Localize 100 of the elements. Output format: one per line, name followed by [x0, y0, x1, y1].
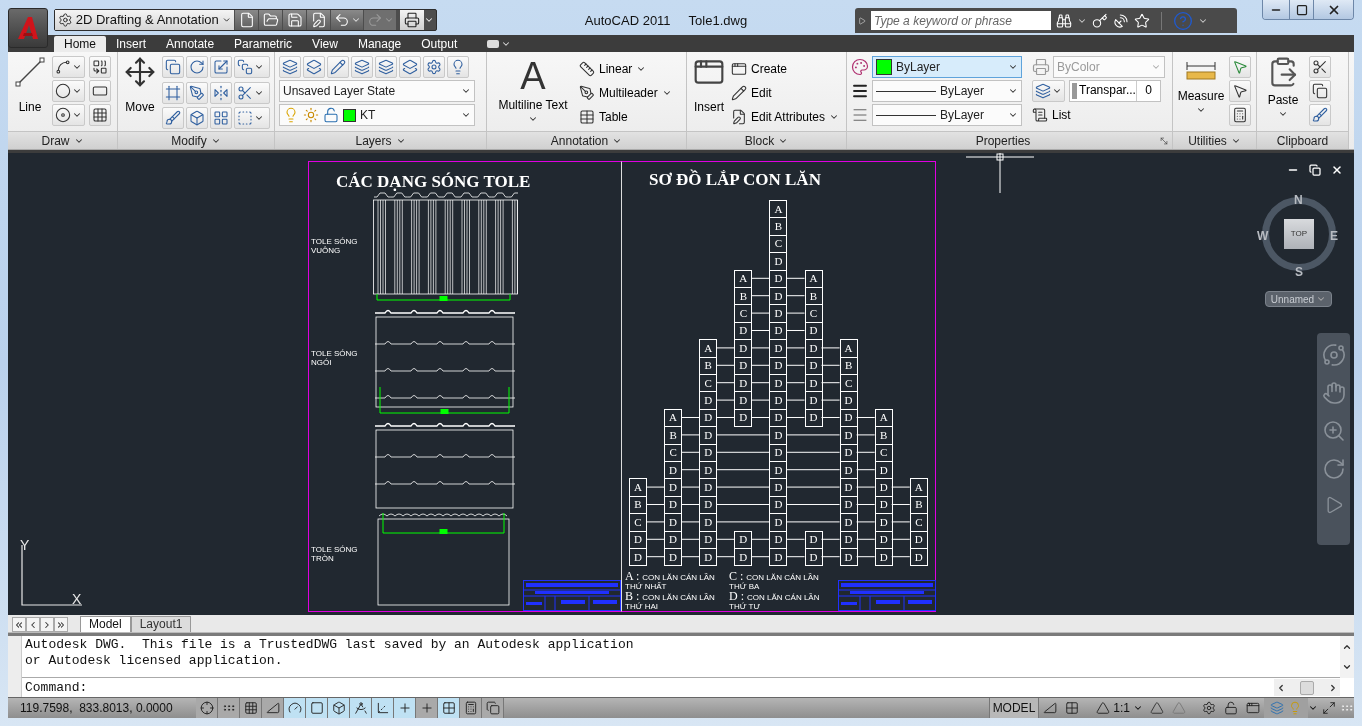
annotation-tool-button[interactable]: Multileader	[579, 82, 672, 104]
roller-cell: D	[734, 339, 753, 358]
sheet-title: CÁC DẠNG SÓNG TOLE	[336, 171, 531, 193]
line-button[interactable]: Line	[12, 56, 48, 131]
ribbon-tab[interactable]: Parametric	[224, 36, 303, 52]
ribbon-tab[interactable]: Home	[54, 36, 106, 52]
roller-cell: B	[664, 426, 683, 445]
roller-cell: A	[909, 478, 928, 497]
roller-cell: C	[664, 443, 683, 462]
roller-cell: A	[804, 269, 823, 288]
roller-cell: D	[664, 548, 683, 567]
roller-cell: D	[699, 461, 718, 480]
transparency-field[interactable]: Transpar... 0	[1069, 80, 1161, 102]
roller-cell: D	[874, 461, 893, 480]
lineweight-dropdown[interactable]: ByLayer	[872, 80, 1022, 102]
panel-title-button[interactable]: Layers	[275, 132, 486, 149]
viewcube-face[interactable]: TOP	[1284, 219, 1314, 249]
roller-cell: D	[699, 513, 718, 532]
roller-cell: D	[804, 548, 823, 567]
roller-cell: C	[699, 374, 718, 393]
ribbon-tab[interactable]: Annotate	[156, 36, 225, 52]
list-button[interactable]: List	[1032, 104, 1165, 126]
ribbon-tab[interactable]: Output	[411, 36, 468, 52]
block-tool-button[interactable]: Edit	[731, 82, 840, 104]
roller-cell: C	[804, 304, 823, 323]
roller-cell: B	[699, 356, 718, 375]
compass-label[interactable]: S	[1295, 263, 1303, 281]
view-name-button[interactable]: Unnamed	[1265, 291, 1332, 307]
search-field[interactable]: Type a keyword or phrase	[871, 11, 1051, 30]
move-button[interactable]: Move	[122, 56, 158, 131]
roller-cell: C	[909, 513, 928, 532]
roller-cell: D	[769, 374, 788, 393]
roller-cell: D	[874, 478, 893, 497]
roller-cell: D	[769, 304, 788, 323]
color-dropdown[interactable]: ByLayer	[872, 56, 1022, 78]
roller-cell: A	[734, 269, 753, 288]
axis-label: Y	[20, 536, 30, 555]
paste-button[interactable]: Paste	[1261, 56, 1305, 131]
panel-title-button[interactable]: Modify	[118, 132, 274, 149]
legend-entry: B : CON LĂN CÁN LẦN THỨ HAI	[625, 592, 716, 611]
roller-cell: C	[839, 374, 858, 393]
roller-cell: D	[804, 408, 823, 428]
panel-title-button[interactable]: Utilities	[1173, 132, 1256, 149]
annotation-scale-button[interactable]: 1:1	[1093, 698, 1146, 718]
workspace-dropdown[interactable]: 2D Drafting & Annotation	[55, 10, 234, 30]
roller-cell: D	[699, 495, 718, 515]
compass-label[interactable]: E	[1330, 227, 1338, 245]
roller-cell: D	[839, 548, 858, 567]
layer-state-dropdown[interactable]: Unsaved Layer State	[279, 80, 475, 102]
roller-cell: A	[664, 408, 683, 428]
roller-cell: D	[664, 530, 683, 549]
panel-title-button[interactable]: Annotation	[487, 132, 686, 149]
roller-cell: D	[734, 356, 753, 375]
axis-label: X	[72, 590, 82, 609]
roller-cell: D	[664, 495, 683, 515]
roller-cell: D	[804, 356, 823, 375]
ribbon-tab[interactable]: Insert	[106, 36, 157, 52]
roller-cell: A	[699, 339, 718, 358]
roller-cell: B	[909, 495, 928, 515]
roller-cell: D	[699, 391, 718, 410]
roller-cell: D	[769, 530, 788, 549]
roller-cell: D	[734, 321, 753, 341]
panel-title-button[interactable]: Draw	[8, 132, 117, 149]
insert-button[interactable]: Insert	[691, 56, 727, 131]
compass-label[interactable]: N	[1294, 191, 1303, 209]
roller-cell: D	[769, 269, 788, 288]
roller-cell: B	[839, 356, 858, 375]
roller-cell: D	[699, 530, 718, 549]
ribbon-tab[interactable]: Manage	[347, 36, 412, 52]
annotation-tool-button[interactable]: Table	[579, 106, 672, 128]
panel-title-button[interactable]: Clipboard	[1257, 132, 1348, 149]
roller-cell: D	[734, 530, 753, 549]
annotation-tool-button[interactable]: Linear	[579, 58, 672, 80]
roller-cell: D	[769, 513, 788, 532]
sheet-title: SƠ ĐỒ LẮP CON LĂN	[649, 168, 821, 191]
roller-cell: D	[769, 287, 788, 306]
panel-title-button[interactable]: Block	[687, 132, 846, 149]
compass-label[interactable]: W	[1257, 227, 1269, 245]
ribbon-tab[interactable]: View	[302, 36, 348, 52]
roller-cell: D	[629, 548, 647, 567]
roller-cell: D	[769, 408, 788, 428]
command-prompt[interactable]: Command:	[22, 677, 1274, 698]
model-space-button[interactable]: MODEL	[988, 698, 1040, 718]
layer-dropdown[interactable]: KT	[279, 104, 475, 126]
profile-label: TOLE SÓNG TRÒN	[311, 545, 359, 563]
roller-cell: D	[839, 426, 858, 445]
roller-cell: D	[769, 548, 788, 567]
profile-label: TOLE SÓNG VUÔNG	[311, 237, 359, 255]
legend-entry: C : CON LĂN CÁN LẦN THỨ BA	[729, 572, 820, 591]
layout-tab[interactable]: Layout1	[130, 616, 192, 632]
linetype-dropdown[interactable]: ByLayer	[872, 104, 1022, 126]
block-tool-button[interactable]: Create	[731, 58, 840, 80]
file-title: Tole1.dwg	[688, 12, 748, 30]
measure-button[interactable]: Measure	[1177, 56, 1225, 131]
command-history-line: or Autodesk licensed application.	[25, 653, 284, 669]
block-tool-button[interactable]: Edit Attributes	[731, 106, 840, 128]
multiline-text-button[interactable]: A Multiline Text	[491, 56, 575, 131]
layout-tab[interactable]: Model	[80, 616, 131, 632]
roller-cell: D	[769, 478, 788, 497]
coordinates-readout: 119.7598, 833.8013, 0.0000	[19, 700, 174, 717]
